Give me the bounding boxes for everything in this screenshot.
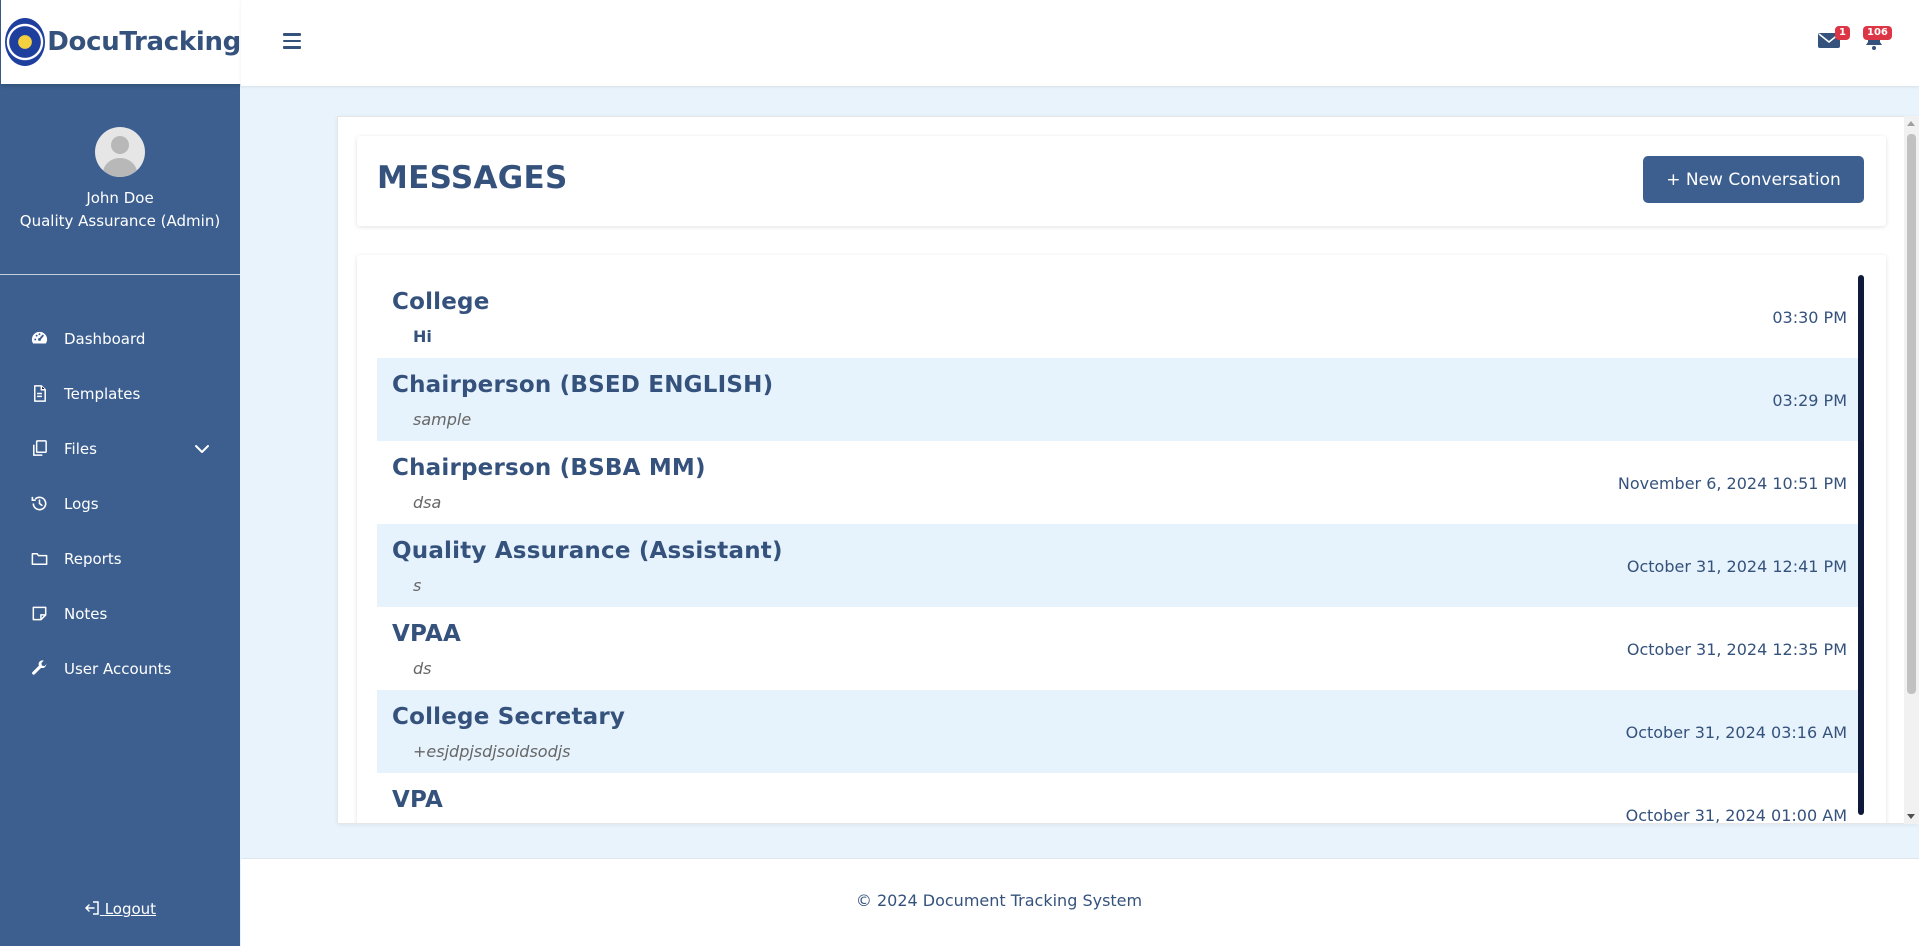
sidebar-nav: Dashboard Templates Files Logs Reports N… bbox=[0, 311, 240, 696]
sidebar-item-label: Notes bbox=[64, 604, 108, 623]
footer: © 2024 Document Tracking System bbox=[241, 858, 1919, 946]
page-scrollbar[interactable] bbox=[1904, 116, 1919, 824]
conversation-preview: ds bbox=[413, 659, 432, 678]
conversation-time: October 31, 2024 03:16 AM bbox=[1625, 723, 1847, 742]
conversation-preview: Hi bbox=[413, 327, 432, 346]
conversation-name: Chairperson (BSED ENGLISH) bbox=[392, 372, 774, 398]
notifications-button[interactable]: 106 bbox=[1861, 26, 1892, 54]
conversation-time: 03:29 PM bbox=[1772, 391, 1847, 410]
conversation-preview: +esjdpjsdjsoidsodjs bbox=[413, 742, 571, 761]
conversation-name: College bbox=[392, 289, 490, 315]
conversation-preview: s bbox=[413, 576, 422, 595]
conversation-item[interactable]: College Secretary +esjdpjsdjsoidsodjs Oc… bbox=[377, 690, 1861, 773]
sidebar-item-label: Dashboard bbox=[64, 329, 146, 348]
sidebar-item-label: Files bbox=[64, 439, 97, 458]
scroll-up-icon[interactable] bbox=[1907, 121, 1915, 126]
conversation-item[interactable]: Chairperson (BSED ENGLISH) sample 03:29 … bbox=[377, 358, 1861, 441]
logout-link[interactable]: Logout bbox=[0, 900, 240, 918]
messages-panel: MESSAGES + New Conversation College Hi 0… bbox=[337, 116, 1919, 824]
folder-icon bbox=[28, 548, 50, 570]
sidebar-divider bbox=[0, 274, 240, 275]
conversation-time: October 31, 2024 12:41 PM bbox=[1626, 557, 1847, 576]
conversation-item[interactable]: Chairperson (BSBA MM) dsa November 6, 20… bbox=[377, 441, 1861, 524]
sidebar-item-label: Templates bbox=[64, 384, 141, 403]
document-icon bbox=[28, 383, 50, 405]
conversation-item[interactable]: College Hi 03:30 PM bbox=[377, 275, 1861, 358]
footer-copyright: © 2024 Document Tracking System bbox=[855, 891, 1143, 910]
conversation-name: Chairperson (BSBA MM) bbox=[392, 455, 706, 481]
note-icon bbox=[28, 603, 50, 625]
conversation-name: VPA bbox=[392, 787, 443, 813]
sidebar-item-dashboard[interactable]: Dashboard bbox=[0, 311, 240, 366]
sidebar-item-label: Reports bbox=[64, 549, 122, 568]
brand[interactable]: DocuTracking bbox=[1, 0, 241, 84]
sidebar-item-label: User Accounts bbox=[64, 659, 172, 678]
sidebar-item-notes[interactable]: Notes bbox=[0, 586, 240, 641]
wrench-icon bbox=[28, 658, 50, 680]
page-title: MESSAGES bbox=[377, 160, 568, 196]
conversation-time: November 6, 2024 10:51 PM bbox=[1617, 474, 1847, 493]
user-name: John Doe bbox=[86, 189, 154, 207]
conversation-name: College Secretary bbox=[392, 704, 626, 730]
avatar bbox=[95, 127, 145, 177]
conversation-item[interactable]: VPAA ds October 31, 2024 12:35 PM bbox=[377, 607, 1861, 690]
sidebar-item-logs[interactable]: Logs bbox=[0, 476, 240, 531]
notifications-badge: 106 bbox=[1863, 26, 1892, 40]
sidebar-item-files[interactable]: Files bbox=[0, 421, 240, 476]
sidebar-item-reports[interactable]: Reports bbox=[0, 531, 240, 586]
scroll-down-icon[interactable] bbox=[1907, 814, 1915, 819]
sidebar-item-user-accounts[interactable]: User Accounts bbox=[0, 641, 240, 696]
conversation-name: VPAA bbox=[392, 621, 461, 647]
logout-label: Logout bbox=[104, 900, 157, 918]
topbar-icons: 1 106 bbox=[1817, 26, 1892, 54]
brand-name: DocuTracking bbox=[47, 27, 241, 57]
conversation-item[interactable]: VPA October 31, 2024 01:00 AM bbox=[377, 773, 1861, 824]
messages-button[interactable]: 1 bbox=[1817, 26, 1850, 54]
files-icon bbox=[28, 438, 50, 460]
sidebar-item-templates[interactable]: Templates bbox=[0, 366, 240, 421]
messages-badge: 1 bbox=[1835, 26, 1850, 40]
conversation-item[interactable]: Quality Assurance (Assistant) s October … bbox=[377, 524, 1861, 607]
conversation-list-card: College Hi 03:30 PM Chairperson (BSED EN… bbox=[357, 255, 1886, 824]
logout-icon bbox=[84, 901, 99, 915]
conversation-time: October 31, 2024 12:35 PM bbox=[1626, 640, 1847, 659]
topbar: 1 106 bbox=[241, 0, 1919, 86]
chevron-down-icon[interactable] bbox=[194, 441, 210, 457]
gauge-icon bbox=[28, 328, 50, 350]
messages-header: MESSAGES + New Conversation bbox=[357, 136, 1886, 226]
history-icon bbox=[28, 493, 50, 515]
conversation-preview: sample bbox=[413, 410, 472, 429]
user-role: Quality Assurance (Admin) bbox=[19, 212, 221, 230]
sidebar-item-label: Logs bbox=[64, 494, 99, 513]
conversation-list-scrollbar[interactable] bbox=[1858, 275, 1864, 815]
university-seal-logo bbox=[5, 18, 46, 66]
sidebar: John Doe Quality Assurance (Admin) Dashb… bbox=[0, 0, 240, 946]
conversation-list: College Hi 03:30 PM Chairperson (BSED EN… bbox=[377, 275, 1861, 824]
user-profile: John Doe Quality Assurance (Admin) bbox=[0, 127, 240, 233]
conversation-name: Quality Assurance (Assistant) bbox=[392, 538, 783, 564]
new-conversation-button[interactable]: + New Conversation bbox=[1643, 156, 1864, 203]
menu-toggle-icon[interactable] bbox=[283, 33, 301, 49]
conversation-time: October 31, 2024 01:00 AM bbox=[1625, 806, 1847, 824]
scrollbar-thumb[interactable] bbox=[1907, 134, 1916, 694]
conversation-time: 03:30 PM bbox=[1772, 308, 1847, 327]
conversation-preview: dsa bbox=[413, 493, 442, 512]
